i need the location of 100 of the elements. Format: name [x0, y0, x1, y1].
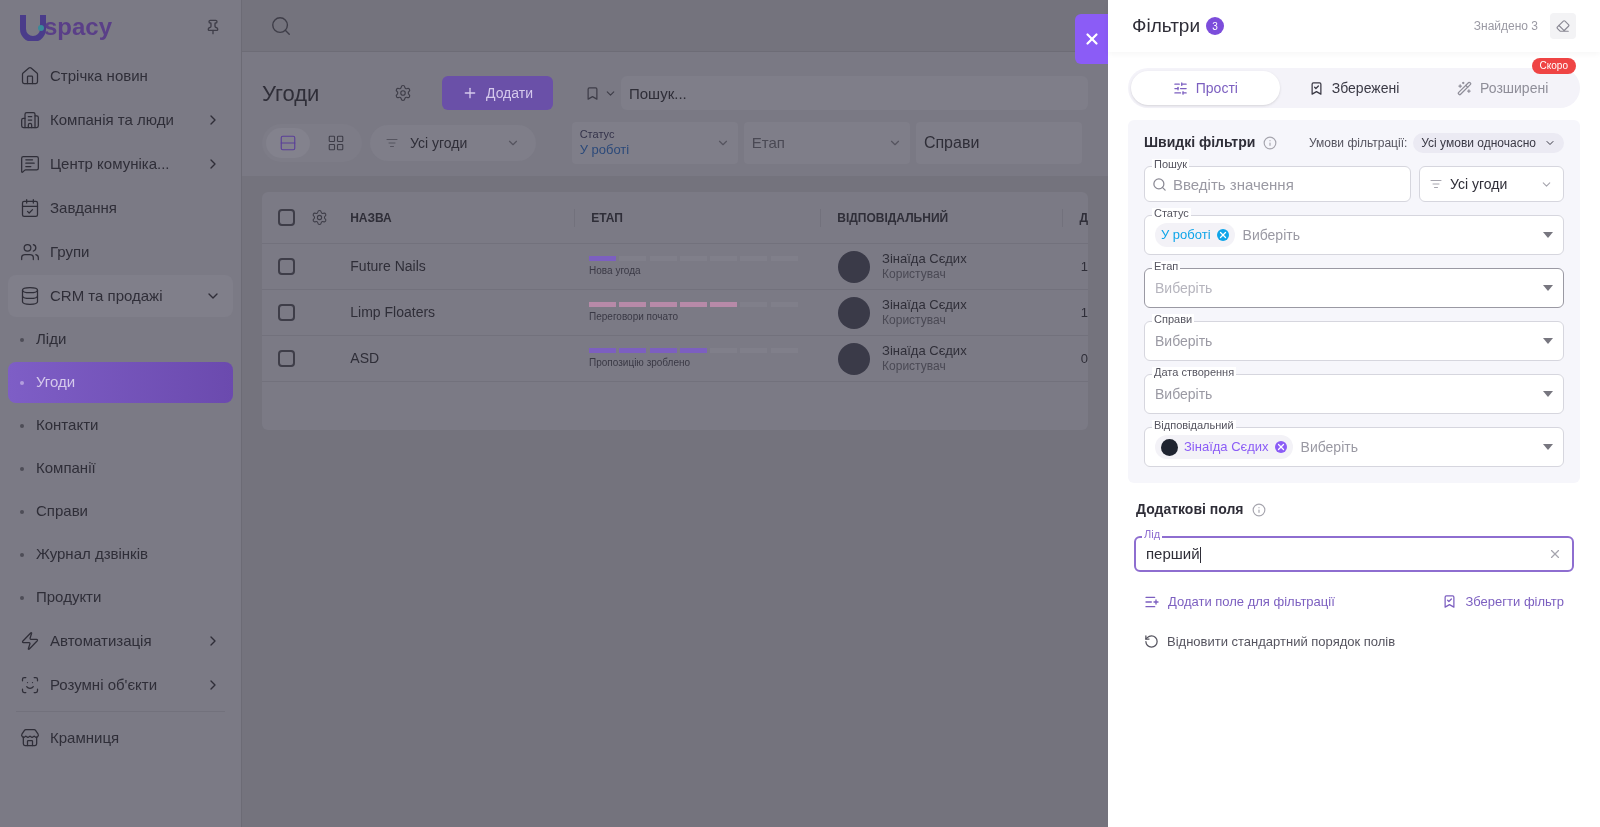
sidebar-item[interactable]: Компанія та люди [8, 99, 233, 141]
bookmark-icon [1308, 80, 1324, 96]
eraser-icon [1556, 19, 1570, 33]
sidebar-subitem[interactable]: Продукти [8, 577, 233, 618]
stage-label: Переговори почато [589, 309, 679, 324]
field-label: Етап [1152, 261, 1181, 272]
table-cell-text: 0 [1079, 349, 1088, 368]
field-label: Дата створення [1152, 367, 1237, 378]
filter-tab[interactable]: Прості [1131, 71, 1280, 105]
filter-chip[interactable]: У роботі [1155, 223, 1235, 247]
list-view-button[interactable] [266, 128, 310, 158]
stage-label: Нова угода [589, 263, 642, 278]
filter-dropdown[interactable]: Справи [915, 122, 1082, 164]
settings-icon[interactable] [311, 209, 328, 226]
stage-label: Пропозицію зроблено [589, 355, 692, 370]
chat-icon [20, 154, 40, 174]
select-all-checkbox[interactable] [278, 209, 295, 226]
clear-icon[interactable] [1548, 547, 1562, 561]
found-count: Знайдено 3 [1473, 18, 1538, 35]
bookmark-icon[interactable] [585, 85, 600, 101]
plus-icon [462, 85, 478, 101]
add-field-link[interactable]: Додати поле для фільтрації [1144, 592, 1335, 612]
reset-icon [1144, 633, 1159, 649]
sidebar-item[interactable]: CRM та продажі [8, 275, 233, 317]
grid-icon [327, 134, 345, 152]
sidebar-item[interactable]: Центр комуніка... [8, 143, 233, 185]
filter-chip[interactable]: Зінаїда Сєдих [1155, 435, 1293, 459]
scan-face-icon [20, 675, 40, 695]
field-label: Лід [1142, 529, 1163, 540]
owner-name: Зінаїда Сєдих [882, 250, 967, 268]
add-button[interactable]: Додати [442, 76, 553, 110]
sidebar-subitem[interactable]: Контакти [8, 405, 233, 446]
sidebar-subitem[interactable]: Справи [8, 491, 233, 532]
filter-dropdown[interactable]: Статус У роботі [571, 122, 738, 164]
row-checkbox[interactable] [278, 304, 295, 321]
row-checkbox[interactable] [278, 350, 295, 367]
search-icon[interactable] [270, 14, 292, 37]
row-checkbox[interactable] [278, 258, 295, 275]
dropdown-arrow-icon [1543, 232, 1553, 238]
dropdown-arrow-icon [1543, 391, 1553, 397]
wand-icon [1457, 80, 1473, 96]
field-label: Статус [1152, 208, 1191, 219]
pin-icon[interactable] [205, 19, 221, 35]
bookmark-icon [1442, 594, 1458, 610]
deal-name[interactable]: Limp Floaters [350, 302, 576, 323]
filter-tab[interactable]: Збережені [1279, 71, 1429, 105]
users-icon [20, 242, 40, 262]
sliders-icon [1172, 80, 1188, 96]
column-header: ЕТАП [574, 208, 821, 227]
filter-icon [1430, 178, 1442, 190]
soon-badge: Скоро [1531, 58, 1576, 74]
sidebar-item[interactable]: Крамниця [8, 717, 233, 759]
panel-title: Фільтри [1132, 13, 1201, 38]
field-label: Відповідальний [1152, 420, 1236, 431]
save-filter-link[interactable]: Зберегти фільтр [1442, 592, 1564, 612]
search-field[interactable]: Пошук... [621, 76, 1088, 110]
building-icon [20, 110, 40, 130]
section-title: Швидкі фільтри [1144, 133, 1256, 152]
column-header: Д [1062, 208, 1088, 227]
conditions-dropdown[interactable]: Усі умови одночасно [1413, 132, 1564, 153]
filter-icon [386, 137, 398, 149]
reset-order-link[interactable]: Відновити стандартний порядок полів [1136, 631, 1404, 651]
rows-icon [279, 134, 297, 152]
close-button[interactable] [1075, 14, 1108, 64]
sidebar-subitem[interactable]: Журнал дзвінків [8, 534, 233, 575]
sidebar-item[interactable]: Розумні об'єкти [8, 664, 233, 706]
segment-dropdown[interactable]: Усі угоди [370, 125, 536, 161]
deal-name[interactable]: Future Nails [350, 256, 576, 277]
sidebar-subitem[interactable]: Компанії [8, 448, 233, 489]
deal-name[interactable]: ASD [350, 348, 576, 369]
info-icon[interactable] [1251, 502, 1266, 517]
search-icon [1152, 177, 1167, 192]
database-icon [20, 286, 40, 306]
avatar [838, 342, 871, 375]
clear-filters-button[interactable] [1550, 13, 1576, 39]
segment-dropdown[interactable]: Усі угоди [1419, 166, 1564, 202]
field-label: Справи [1152, 314, 1195, 325]
settings-icon[interactable] [394, 84, 412, 102]
conditions-label: Умови фільтрації: [1308, 134, 1408, 152]
section-title: Додаткові поля [1136, 500, 1244, 519]
avatar [838, 250, 871, 283]
filter-count-badge: 3 [1206, 17, 1225, 35]
calendar-icon [20, 198, 40, 218]
remove-icon[interactable] [1216, 229, 1229, 241]
remove-icon[interactable] [1274, 441, 1287, 453]
store-icon [20, 728, 40, 748]
info-icon[interactable] [1263, 135, 1278, 150]
owner-name: Зінаїда Сєдих [882, 342, 967, 360]
sidebar-item[interactable]: Стрічка новин [8, 55, 233, 97]
avatar [838, 296, 871, 329]
logo-icon [20, 13, 46, 41]
logo-text: spacy [44, 15, 113, 39]
home-icon [20, 66, 40, 86]
sidebar-item[interactable]: Завдання [8, 187, 233, 229]
column-header: НАЗВА [350, 209, 393, 227]
owner-name: Зінаїда Сєдих [882, 296, 967, 314]
sidebar-item[interactable]: Автоматизація [8, 620, 233, 662]
sidebar-item[interactable]: Групи [8, 231, 233, 273]
sidebar-subitem[interactable]: Ліди [8, 319, 233, 360]
sidebar-subitem[interactable]: Угоди [8, 362, 233, 403]
